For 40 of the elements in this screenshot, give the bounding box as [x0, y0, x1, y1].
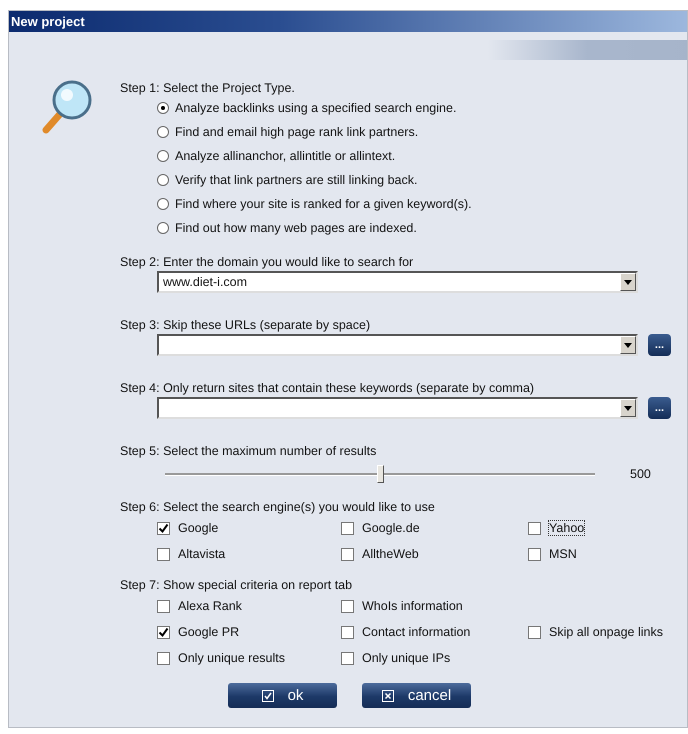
checkbox-option[interactable]: Skip all onpage links — [528, 619, 687, 645]
checkbox-option[interactable]: Google.de — [341, 515, 528, 541]
window-title: New project — [9, 11, 687, 32]
checkbox-option[interactable]: Only unique results — [157, 645, 341, 671]
checkbox-option[interactable]: Google PR — [157, 619, 341, 645]
checkbox-icon — [262, 690, 274, 702]
checkbox-option[interactable]: Google — [157, 515, 341, 541]
browse-button[interactable]: ... — [648, 334, 671, 356]
checkbox-option[interactable]: Contact information — [341, 619, 528, 645]
radio-option[interactable]: Find and email high page rank link partners. — [157, 120, 687, 144]
checkbox-option[interactable]: AlltheWeb — [341, 541, 528, 567]
radio-option[interactable]: Analyze backlinks using a specified search engine. — [157, 96, 687, 120]
close-icon — [382, 690, 394, 702]
checkbox-option[interactable]: Only unique IPs — [341, 645, 528, 671]
checkbox-option[interactable]: MSN — [528, 541, 687, 567]
cancel-button[interactable]: cancel — [362, 683, 471, 708]
checkbox-option[interactable]: Yahoo — [528, 515, 687, 541]
skip-urls-field[interactable] — [157, 334, 638, 356]
radio-option[interactable]: Find where your site is ranked for a given keyword(s). — [157, 192, 687, 216]
step-label: Step 3: Skip these URLs (separate by space) — [120, 317, 372, 333]
ok-button[interactable]: ok — [228, 683, 337, 708]
slider-thumb[interactable] — [377, 465, 384, 483]
step-label: Step 5: Select the maximum number of results — [120, 443, 378, 459]
step-label: Step 2: Enter the domain you would like to search for — [120, 254, 414, 270]
checkbox-option[interactable]: Altavista — [157, 541, 341, 567]
checkmark-icon — [158, 626, 169, 638]
radio-option[interactable]: Analyze allinanchor, allintitle or allintext. — [157, 144, 687, 168]
step-label: Step 6: Select the search engine(s) you would like to use — [120, 499, 436, 515]
step-label: Step 4: Only return sites that contain these keywords (separate by comma) — [120, 380, 536, 396]
keywords-field[interactable] — [157, 397, 638, 419]
step-label: Step 1: Select the Project Type. — [120, 80, 296, 96]
checkbox-option[interactable]: WhoIs information — [341, 593, 528, 619]
radio-option[interactable]: Find out how many web pages are indexed. — [157, 216, 687, 240]
slider-value: 500 — [630, 467, 651, 481]
step-label: Step 7: Show special criteria on report tab — [120, 577, 354, 593]
domain-field[interactable]: www.diet-i.com — [157, 271, 638, 293]
radio-option[interactable]: Verify that link partners are still linking back. — [157, 168, 687, 192]
checkbox-option[interactable]: Alexa Rank — [157, 593, 341, 619]
browse-button[interactable]: ... — [648, 397, 671, 419]
checkmark-icon — [158, 522, 169, 534]
